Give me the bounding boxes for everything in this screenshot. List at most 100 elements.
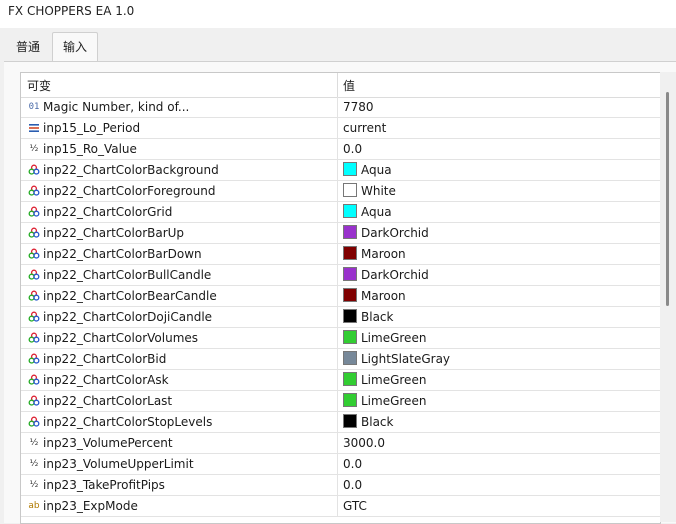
param-name-cell[interactable]: inp22_ChartColorForeground [21, 181, 337, 201]
table-row[interactable]: ½ inp15_Ro_Value 0.0 [21, 139, 660, 160]
table-row[interactable]: inp22_ChartColorBackground Aqua [21, 160, 660, 181]
table-row[interactable]: inp22_ChartColorBullCandle DarkOrchid [21, 265, 660, 286]
param-value-cell[interactable]: current [343, 118, 386, 138]
param-value-cell[interactable]: Maroon [343, 286, 406, 306]
color-icon [26, 370, 42, 390]
param-value: GTC [343, 499, 367, 513]
table-row[interactable]: inp22_ChartColorDojiCandle Black [21, 307, 660, 328]
param-value-cell[interactable]: DarkOrchid [343, 265, 429, 285]
vertical-scrollbar[interactable] [660, 72, 676, 522]
color-swatch [343, 351, 357, 365]
cell-divider [337, 160, 338, 180]
param-name-cell[interactable]: ½ inp15_Ro_Value [21, 139, 337, 159]
table-row[interactable]: inp15_Lo_Period current [21, 118, 660, 139]
cell-divider [337, 244, 338, 264]
table-row[interactable]: inp22_ChartColorBarDown Maroon [21, 244, 660, 265]
param-name-cell[interactable]: ½ inp23_TakeProfitPips [21, 475, 337, 495]
param-name: inp22_ChartColorGrid [43, 205, 173, 219]
table-row[interactable]: inp22_ChartColorBarUp DarkOrchid [21, 223, 660, 244]
table-row[interactable]: inp22_ChartColorLast LimeGreen [21, 391, 660, 412]
param-value: Black [361, 415, 394, 429]
param-name-cell[interactable]: inp22_ChartColorLast [21, 391, 337, 411]
scrollbar-thumb[interactable] [666, 92, 669, 306]
color-swatch [343, 288, 357, 302]
table-row[interactable]: inp22_ChartColorVolumes LimeGreen [21, 328, 660, 349]
param-value-cell[interactable]: Maroon [343, 244, 406, 264]
param-name: inp22_ChartColorBarDown [43, 247, 202, 261]
param-name-cell[interactable]: inp22_ChartColorBearCandle [21, 286, 337, 306]
param-name-cell[interactable]: inp22_ChartColorBid [21, 349, 337, 369]
param-value: White [361, 184, 396, 198]
color-icon [26, 160, 42, 180]
param-name-cell[interactable]: inp22_ChartColorAsk [21, 370, 337, 390]
table-row[interactable]: ab inp23_ExpMode GTC [21, 496, 660, 517]
color-swatch [343, 372, 357, 386]
param-value: current [343, 121, 387, 135]
table-row[interactable]: inp22_ChartColorForeground White [21, 181, 660, 202]
column-divider[interactable] [337, 73, 338, 97]
param-name-cell[interactable]: ½ inp23_VolumeUpperLimit [21, 454, 337, 474]
param-value: DarkOrchid [361, 226, 429, 240]
param-name-cell[interactable]: inp22_ChartColorBullCandle [21, 265, 337, 285]
param-name-cell[interactable]: inp22_ChartColorBarDown [21, 244, 337, 264]
cell-divider [337, 286, 338, 306]
param-value-cell[interactable]: GTC [343, 496, 367, 516]
color-swatch [343, 414, 357, 428]
param-value-cell[interactable]: 0.0 [343, 475, 362, 495]
param-name-cell[interactable]: inp22_ChartColorDojiCandle [21, 307, 337, 327]
tab-inputs[interactable]: 输入 [52, 32, 99, 63]
param-name-cell[interactable]: ab inp23_ExpMode [21, 496, 337, 516]
param-value: Maroon [361, 289, 406, 303]
fraction-icon: ½ [29, 480, 39, 490]
table-row[interactable]: inp22_ChartColorBid LightSlateGray [21, 349, 660, 370]
param-value-cell[interactable]: DarkOrchid [343, 223, 429, 243]
param-value-cell[interactable]: 3000.0 [343, 433, 385, 453]
param-name-cell[interactable]: inp22_ChartColorGrid [21, 202, 337, 222]
param-value-cell[interactable]: 7780 [343, 97, 374, 117]
param-value-cell[interactable]: LimeGreen [343, 391, 426, 411]
table-row[interactable]: ½ inp23_VolumeUpperLimit 0.0 [21, 454, 660, 475]
inputs-grid: 可变 值 01 Magic Number, kind of... 7780 inp15… [20, 72, 661, 524]
param-name: Magic Number, kind of... [43, 100, 190, 114]
cell-divider [337, 97, 338, 117]
table-row[interactable]: 01 Magic Number, kind of... 7780 [21, 97, 660, 118]
param-value-cell[interactable]: 0.0 [343, 139, 362, 159]
param-value-cell[interactable]: LimeGreen [343, 328, 426, 348]
color-icon [26, 412, 42, 432]
param-value-cell[interactable]: Aqua [343, 160, 392, 180]
param-value: Aqua [361, 205, 392, 219]
param-value: Aqua [361, 163, 392, 177]
param-name-cell[interactable]: inp22_ChartColorStopLevels [21, 412, 337, 432]
param-name: inp23_ExpMode [43, 499, 138, 513]
table-row[interactable]: inp22_ChartColorGrid Aqua [21, 202, 660, 223]
param-name-cell[interactable]: inp22_ChartColorBackground [21, 160, 337, 180]
column-header-value[interactable]: 值 [343, 77, 355, 94]
color-swatch [343, 267, 357, 281]
column-header-variable[interactable]: 可变 [27, 77, 51, 94]
table-row[interactable]: ½ inp23_VolumePercent 3000.0 [21, 433, 660, 454]
table-row[interactable]: inp22_ChartColorBearCandle Maroon [21, 286, 660, 307]
param-name: inp22_ChartColorBullCandle [43, 268, 212, 282]
param-value-cell[interactable]: LightSlateGray [343, 349, 450, 369]
param-value-cell[interactable]: Aqua [343, 202, 392, 222]
param-name: inp22_ChartColorDojiCandle [43, 310, 213, 324]
cell-divider [337, 139, 338, 159]
param-value-cell[interactable]: 0.0 [343, 454, 362, 474]
param-name-cell[interactable]: inp22_ChartColorBarUp [21, 223, 337, 243]
tab-common[interactable]: 普通 [8, 34, 48, 60]
table-row[interactable]: inp22_ChartColorStopLevels Black [21, 412, 660, 433]
param-name: inp22_ChartColorAsk [43, 373, 169, 387]
param-value-cell[interactable]: White [343, 181, 396, 201]
param-value-cell[interactable]: Black [343, 412, 393, 432]
param-name-cell[interactable]: ½ inp23_VolumePercent [21, 433, 337, 453]
table-row[interactable]: ½ inp23_TakeProfitPips 0.0 [21, 475, 660, 496]
table-row[interactable]: inp22_ChartColorAsk LimeGreen [21, 370, 660, 391]
param-name-cell[interactable]: inp15_Lo_Period [21, 118, 337, 138]
param-value-cell[interactable]: Black [343, 307, 393, 327]
color-swatch [343, 183, 357, 197]
cell-divider [337, 454, 338, 474]
param-name-cell[interactable]: 01 Magic Number, kind of... [21, 97, 337, 117]
param-value-cell[interactable]: LimeGreen [343, 370, 426, 390]
color-icon [26, 307, 42, 327]
param-name-cell[interactable]: inp22_ChartColorVolumes [21, 328, 337, 348]
